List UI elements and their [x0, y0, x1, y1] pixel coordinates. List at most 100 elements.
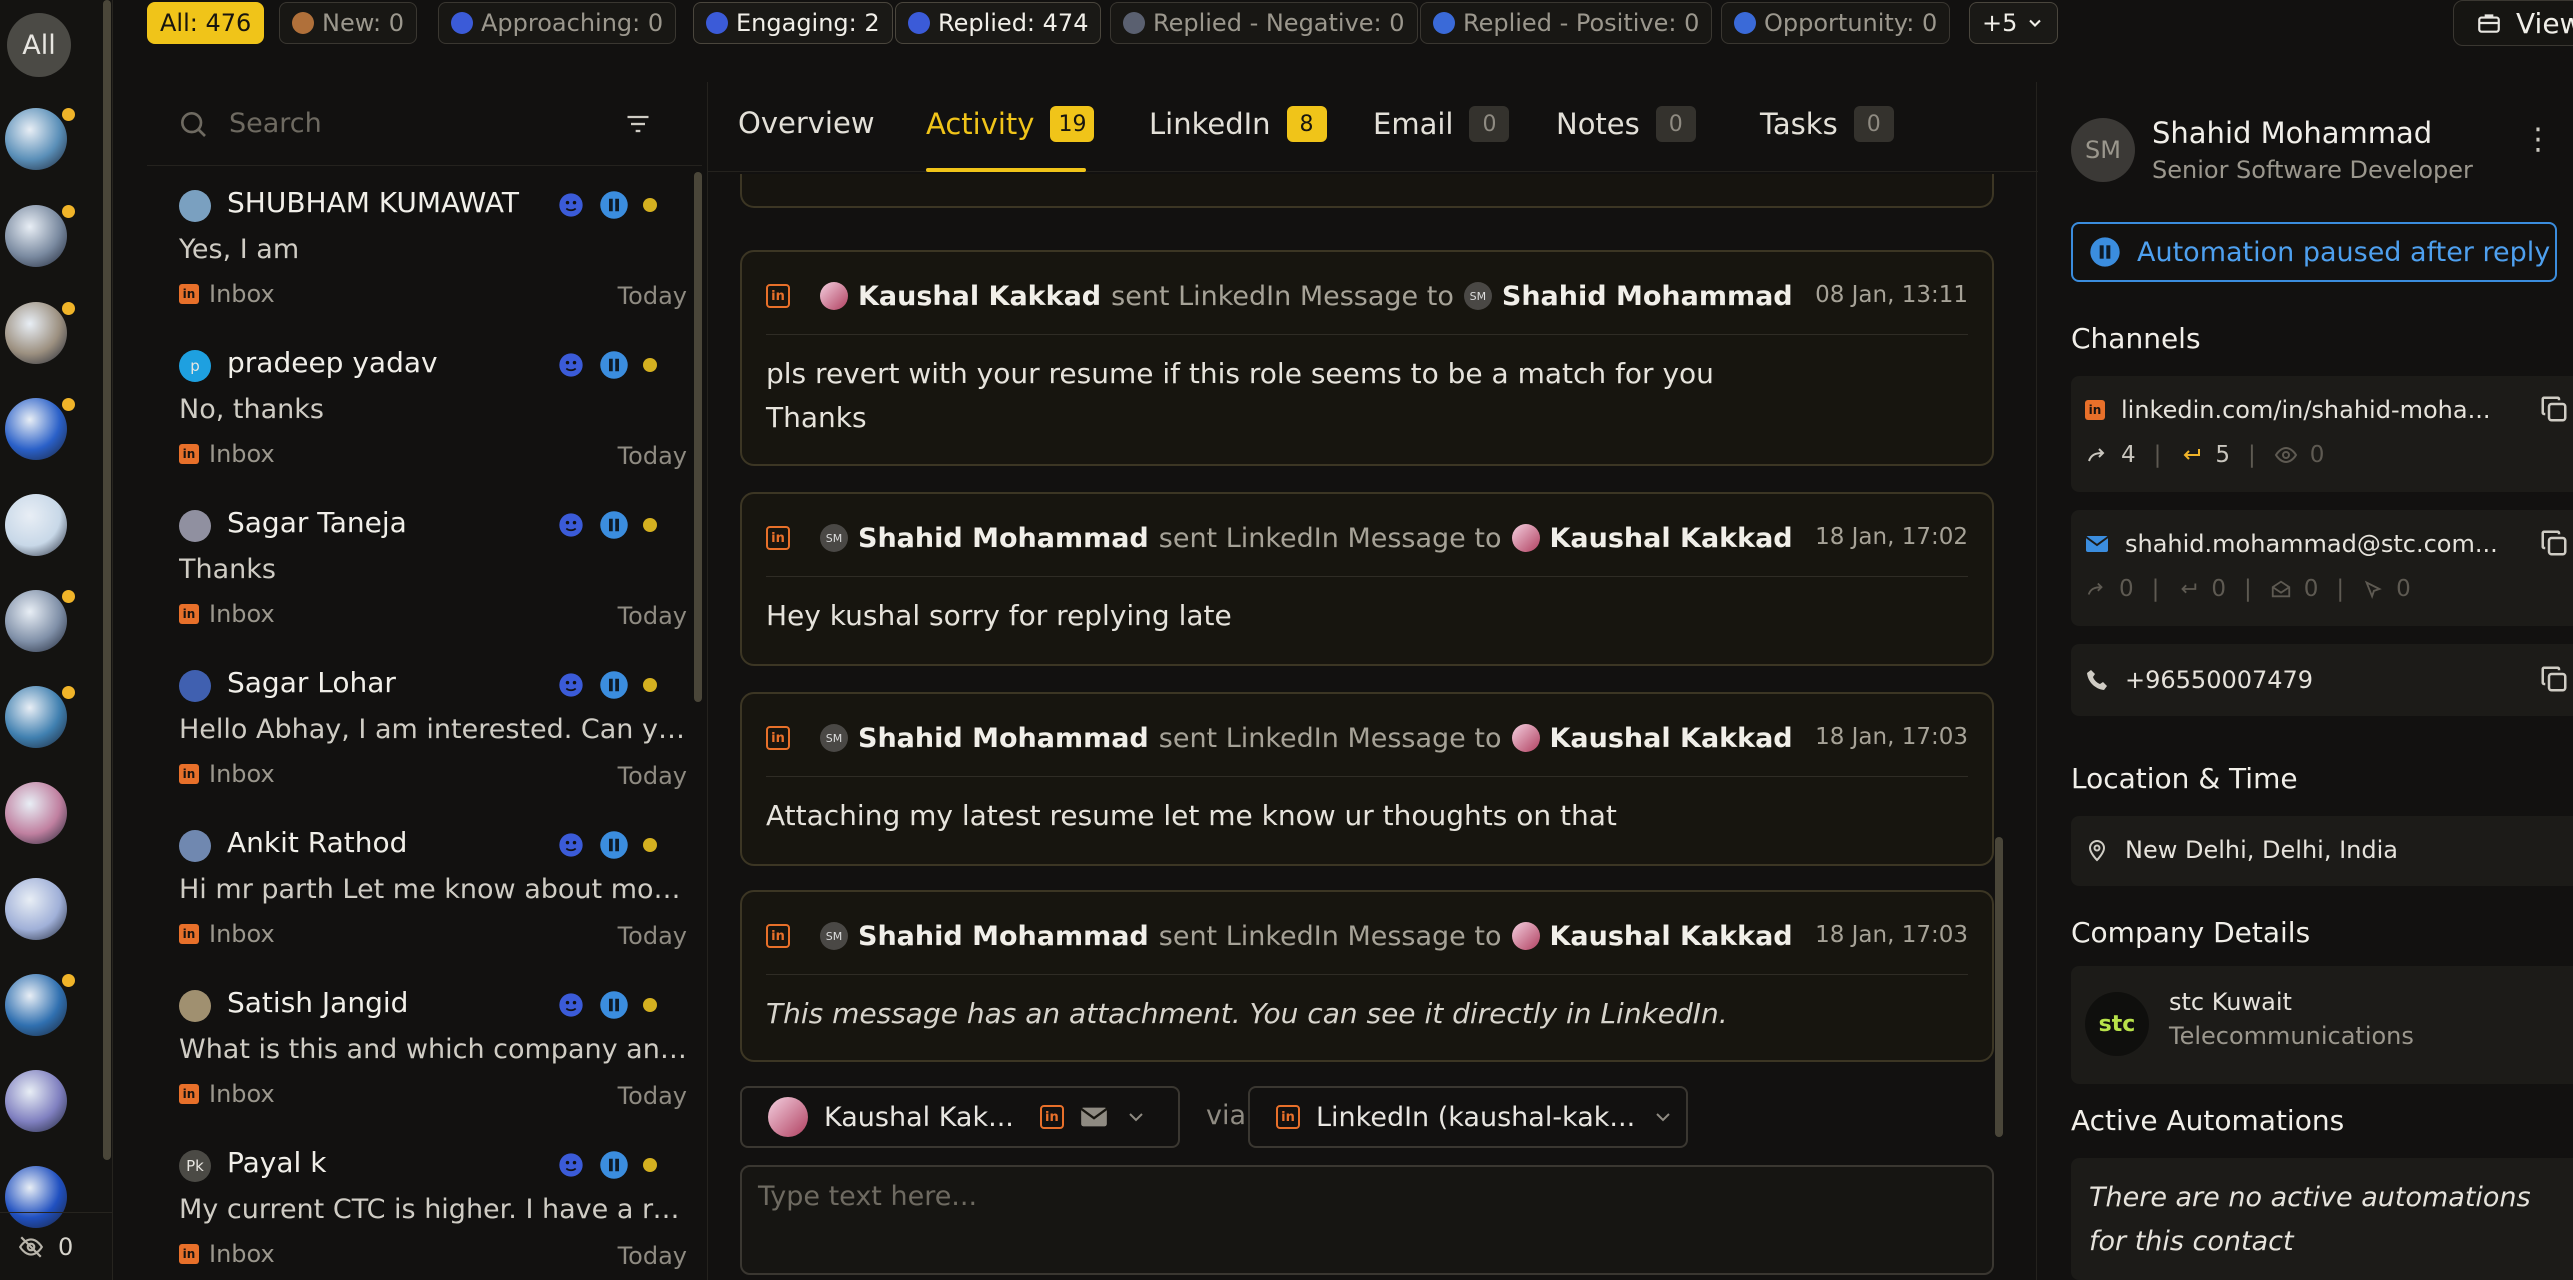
map-pin-icon	[2088, 840, 2106, 862]
rail-contact-avatar[interactable]	[5, 782, 75, 852]
avatar	[5, 782, 67, 844]
filter-engaging-chip[interactable]: Engaging: 2	[693, 2, 893, 44]
activity-date: 18 Jan, 17:03	[1815, 724, 1968, 750]
avatar	[1511, 724, 1540, 752]
rail-scrollbar[interactable]	[103, 0, 111, 1160]
all-contacts-button[interactable]: All	[7, 13, 71, 77]
filter-more-chip[interactable]: +5	[1969, 2, 2059, 44]
action-text: sent LinkedIn Message to	[1158, 522, 1502, 554]
recipient-name[interactable]: Kaushal Kakkad	[1550, 921, 1793, 952]
unread-dot	[643, 678, 657, 692]
contact-name: pradeep yadav	[227, 346, 438, 379]
copy-icon[interactable]	[2539, 528, 2569, 558]
filter-replied-negative-chip[interactable]: Replied - Negative: 0	[1110, 2, 1418, 44]
recipient-name[interactable]: Shahid Mohammad	[1502, 281, 1793, 312]
avatar	[179, 830, 211, 862]
recipient-name[interactable]: Kaushal Kakkad	[1550, 723, 1793, 754]
list-scrollbar[interactable]	[694, 172, 702, 702]
message-line: Hey kushal sorry for replying late	[766, 599, 1232, 632]
conversation-item[interactable]: Sagar Taneja Thanks in Inbox Today	[147, 496, 687, 656]
pause-icon	[2090, 237, 2120, 267]
channel-select[interactable]: in LinkedIn (kaushal-kak...	[1248, 1086, 1688, 1148]
filter-replied-chip[interactable]: Replied: 474	[895, 2, 1102, 44]
linkedin-icon: in	[766, 924, 790, 948]
filter-all-chip[interactable]: All: 476	[147, 2, 265, 44]
search-input[interactable]	[229, 100, 599, 146]
tab-linkedin[interactable]: LinkedIn 8	[1149, 106, 1327, 142]
contact-details-pane: SM Shahid Mohammad Senior Software Devel…	[2037, 82, 2573, 1280]
contact-job-title: Senior Software Developer	[2152, 156, 2473, 184]
location-value: New Delhi, Delhi, India	[2125, 836, 2398, 864]
source-label: Inbox	[209, 760, 275, 788]
filter-icon[interactable]	[624, 110, 652, 138]
rail-contact-avatar[interactable]	[5, 494, 75, 564]
last-message: What is this and which company and role …	[179, 1034, 687, 1065]
filter-replied-positive-chip[interactable]: Replied - Positive: 0	[1420, 2, 1713, 44]
sender-name[interactable]: Shahid Mohammad	[858, 921, 1149, 952]
phone-channel-card: +96550007479	[2071, 644, 2573, 716]
recipient-name[interactable]: Kaushal Kakkad	[1550, 523, 1793, 554]
message-body: Attaching my latest resume let me know u…	[766, 794, 1968, 838]
rail-contact-avatar[interactable]	[5, 686, 75, 756]
divider	[766, 776, 1968, 777]
avatar: SM	[820, 922, 848, 950]
automations-empty-card: There are no active automations for this…	[2071, 1158, 2573, 1280]
source-label: Inbox	[209, 600, 275, 628]
rail-contact-avatar[interactable]	[5, 974, 75, 1044]
copy-icon[interactable]	[2539, 394, 2569, 424]
avatar	[5, 494, 67, 556]
replied-emoji-icon	[559, 193, 583, 217]
message-input[interactable]	[742, 1167, 1992, 1273]
rail-contact-avatar[interactable]	[5, 205, 75, 275]
pause-icon	[600, 991, 628, 1019]
copy-icon[interactable]	[2539, 664, 2569, 694]
more-options-icon[interactable]: ⋮	[2523, 122, 2553, 157]
linkedin-url[interactable]: linkedin.com/in/shahid-moha...	[2121, 396, 2490, 424]
tab-label: Tasks	[1760, 107, 1838, 141]
chevron-down-icon	[1656, 1113, 1670, 1122]
rail-contact-avatar[interactable]	[5, 302, 75, 372]
filter-opportunity-chip[interactable]: Opportunity: 0	[1721, 2, 1951, 44]
conversation-item[interactable]: Ankit Rathod Hi mr parth Let me know abou…	[147, 816, 687, 976]
conversation-item[interactable]: Satish Jangid What is this and which comp…	[147, 976, 687, 1136]
tab-label: Activity	[926, 107, 1035, 141]
rail-contact-avatar[interactable]	[5, 1070, 75, 1140]
tab-label: LinkedIn	[1149, 107, 1271, 141]
avatar	[5, 878, 67, 940]
conversation-item[interactable]: Sagar Lohar Hello Abhay, I am interested.…	[147, 656, 687, 816]
sender-name[interactable]: Shahid Mohammad	[858, 723, 1149, 754]
tab-activity[interactable]: Activity 19	[926, 106, 1095, 142]
activity-scrollbar[interactable]	[1995, 837, 2003, 1137]
avatar	[1511, 922, 1540, 950]
tab-tasks[interactable]: Tasks 0	[1760, 106, 1894, 142]
linkedin-viewed-count: 0	[2309, 442, 2325, 468]
tab-notes[interactable]: Notes 0	[1556, 106, 1696, 142]
rail-contact-avatar[interactable]	[5, 878, 75, 948]
email-address[interactable]: shahid.mohammad@stc.com...	[2125, 530, 2498, 558]
filter-approaching-chip[interactable]: Approaching: 0	[438, 2, 677, 44]
company-name[interactable]: stc Kuwait	[2169, 988, 2292, 1016]
conversation-item[interactable]: p pradeep yadav No, thanks in Inbox Today	[147, 336, 687, 496]
rail-contact-avatar[interactable]	[5, 108, 75, 178]
tab-overview[interactable]: Overview	[738, 106, 875, 140]
filter-new-chip[interactable]: New: 0	[279, 2, 418, 44]
view-in-crm-button[interactable]: View in CRM	[2453, 0, 2573, 46]
message-line: Thanks	[766, 401, 867, 434]
conversation-item[interactable]: SHUBHAM KUMAWAT Yes, I am in Inbox Today	[147, 176, 687, 336]
sender-name[interactable]: Shahid Mohammad	[858, 523, 1149, 554]
hidden-contacts-toggle[interactable]: 0	[0, 1212, 112, 1280]
rail-contact-avatar[interactable]	[5, 398, 75, 468]
search-icon	[181, 112, 206, 137]
conversation-item[interactable]: Pk Payal k My current CTC is higher. I hav…	[147, 1136, 687, 1280]
briefcase-icon	[2478, 14, 2500, 33]
sender-select[interactable]: Kaushal Kak... in	[740, 1086, 1180, 1148]
rail-contact-avatar[interactable]	[5, 590, 75, 660]
tab-email[interactable]: Email 0	[1373, 106, 1510, 142]
divider	[766, 974, 1968, 975]
linkedin-icon: in	[179, 1244, 199, 1264]
sender-name[interactable]: Kaushal Kakkad	[858, 281, 1101, 312]
automation-status-button[interactable]: Automation paused after reply	[2071, 222, 2557, 282]
status-emoji-icon	[1123, 12, 1145, 34]
phone-number[interactable]: +96550007479	[2125, 666, 2313, 694]
last-message: Hello Abhay, I am interested. Can you sh…	[179, 714, 687, 745]
